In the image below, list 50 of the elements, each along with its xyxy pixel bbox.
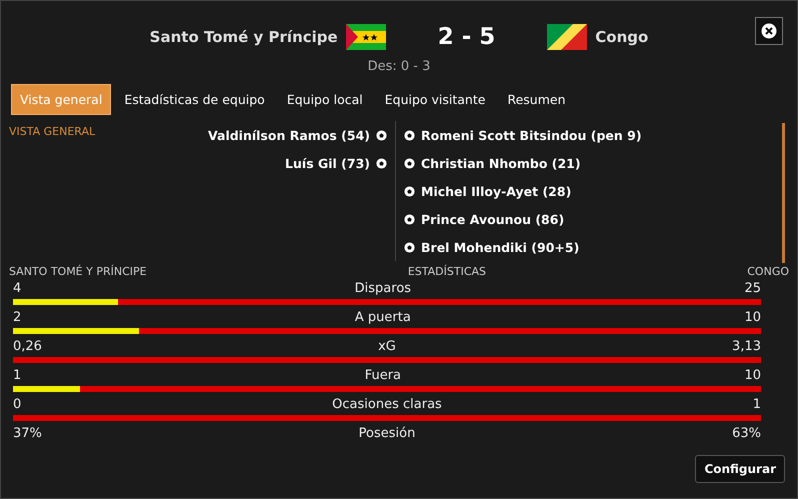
ball-icon (404, 130, 415, 140)
away-team-name: Congo (595, 28, 648, 46)
home-value: 0,26 (13, 339, 42, 356)
tab[interactable]: Equipo visitante (376, 84, 494, 115)
goal-scorer: Brel Mohendiki (90+5) (421, 240, 580, 254)
home-value: 37% (13, 426, 42, 443)
ball-icon (404, 158, 415, 168)
stat-name: Posesión (358, 426, 416, 443)
stat-name: xG (378, 339, 396, 356)
away-team-label: CONGO (747, 265, 789, 278)
away-value: 10 (744, 368, 761, 385)
away-value: 3,13 (732, 339, 761, 356)
halftime-score: Des: 0 - 3 (366, 59, 432, 74)
ball-icon (404, 242, 415, 252)
flag-icon (346, 24, 386, 50)
tab[interactable]: Equipo local (278, 84, 372, 115)
flag-icon (547, 24, 588, 50)
configure-button[interactable]: Configurar (695, 455, 785, 483)
close-button[interactable] (755, 17, 783, 45)
home-value: 0 (13, 397, 22, 414)
away-value: 1 (752, 397, 761, 414)
section-title: VISTA GENERAL (8, 124, 96, 140)
stat-name: A puerta (354, 310, 411, 327)
tab[interactable]: Estadísticas de equipo (115, 84, 274, 115)
home-team-label: SANTO TOMÉ Y PRÍNCIPE (9, 265, 147, 278)
home-value: 2 (13, 310, 22, 327)
stats-title: ESTADÍSTICAS (408, 265, 486, 278)
goal-scorer: Romeni Scott Bitsindou (pen 9) (421, 128, 642, 142)
close-icon (761, 23, 777, 39)
away-value: 10 (744, 310, 761, 327)
home-value: 1 (13, 368, 22, 385)
tab[interactable]: Resumen (498, 84, 574, 115)
ball-icon (376, 158, 387, 168)
stat-name: Fuera (364, 368, 402, 385)
ball-icon (404, 214, 415, 224)
scrollbar[interactable] (782, 123, 785, 263)
stat-name: Ocasiones claras (332, 397, 442, 414)
goal-scorer: Valdinílson Ramos (54) (208, 128, 370, 142)
ball-icon (376, 130, 387, 140)
home-team-name: Santo Tomé y Príncipe (150, 28, 338, 46)
goal-scorer: Prince Avounou (86) (421, 212, 564, 226)
home-value: 4 (13, 281, 22, 298)
away-value: 25 (744, 281, 761, 298)
goal-scorer: Christian Nhombo (21) (421, 156, 581, 170)
match-score: 2 - 5 (438, 24, 496, 50)
goal-scorer: Luís Gil (73) (285, 156, 370, 170)
stat-name: Disparos (354, 281, 412, 298)
goal-scorer: Michel Illoy-Ayet (28) (421, 184, 572, 198)
ball-icon (404, 186, 415, 196)
away-value: 63% (732, 426, 761, 443)
